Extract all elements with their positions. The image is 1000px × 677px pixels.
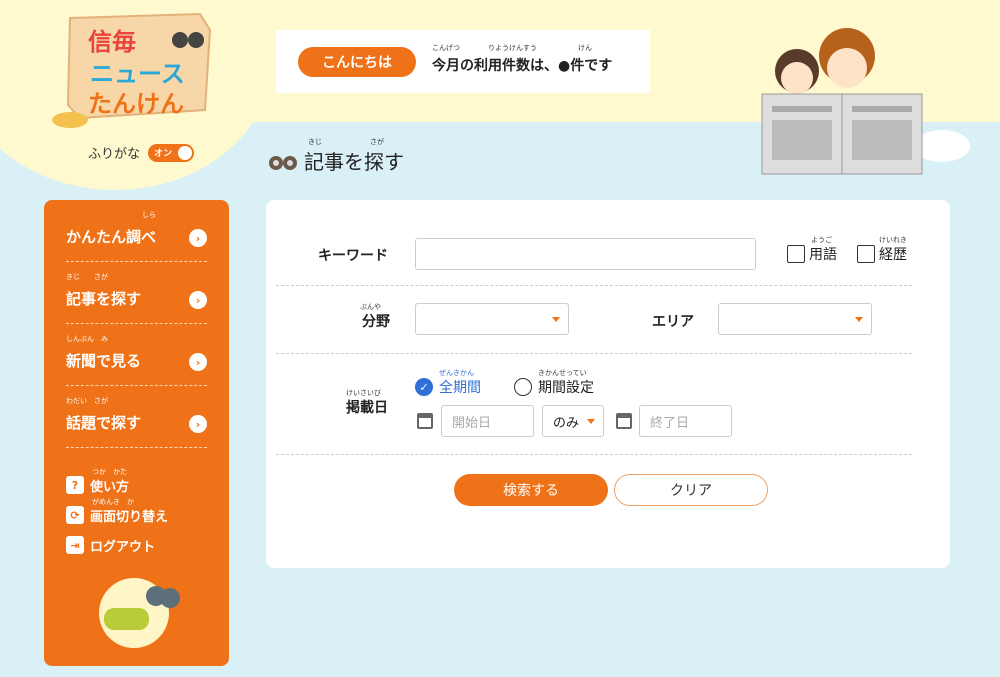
furigana-toggle-state: オン — [154, 149, 173, 159]
chevron-right-icon: › — [189, 353, 207, 371]
career-checkbox[interactable]: けいれき 経歴 — [857, 236, 907, 264]
usage-ruby-kongetsu: こんげつ — [432, 43, 460, 52]
furigana-toggle[interactable]: オン — [148, 143, 195, 162]
logout-icon: ⇥ — [66, 536, 84, 554]
sidebar-switch-label: 画面切り替え — [90, 509, 169, 525]
all-period-ruby: ぜんきかん — [439, 369, 474, 377]
check-icon: ✓ — [415, 378, 433, 396]
period-label-wrap: けいさいび 掲載日 — [346, 389, 388, 417]
end-date-input[interactable]: 終了日 — [639, 405, 732, 437]
logo-line2: ニュース — [90, 60, 185, 88]
title-ruby-sagasu: さが — [370, 138, 384, 146]
explorer-hat-icon — [52, 112, 88, 128]
usage-text: 今月の利用件数は、●件です — [432, 57, 613, 74]
furigana-label: ふりがな — [88, 147, 141, 162]
start-date-input[interactable]: 開始日 — [441, 405, 534, 437]
search-panel: キーワード ようご 用語 けいれき 経歴 ぶんや 分野 エリア けいさいび 掲載… — [266, 200, 950, 568]
all-period-label: 全期間 — [439, 380, 481, 396]
career-label: 経歴 — [879, 247, 907, 263]
period-ruby: けいさいび — [346, 389, 381, 397]
logo-line3: たんけん — [88, 90, 184, 118]
sidebar-logout[interactable]: ⇥ ログアウト — [66, 530, 207, 560]
chevron-down-icon — [587, 419, 595, 424]
terms-ruby: ようご — [811, 236, 832, 244]
area-label: エリア — [652, 314, 694, 330]
search-button[interactable]: 検索する — [454, 474, 608, 506]
sidebar: しら かんたん調べ › きじ さが 記事を探す › しんぶん み 新聞で見る ›… — [44, 200, 229, 666]
sidebar-item-label: 話題で探す — [66, 414, 142, 432]
sidebar-item-label: 新聞で見る — [66, 352, 142, 370]
set-period-ruby: きかんせってい — [538, 369, 587, 377]
field-label: 分野 — [362, 314, 390, 330]
sidebar-item-view-newspaper[interactable]: しんぶん み 新聞で見る › — [66, 324, 207, 386]
field-ruby: ぶんや — [360, 303, 381, 311]
keyword-input[interactable] — [415, 238, 756, 270]
title-ruby-kiji: きじ — [308, 138, 322, 146]
period-label: 掲載日 — [346, 400, 388, 416]
sidebar-logout-label: ログアウト — [90, 539, 156, 555]
range-mode-value: のみ — [553, 415, 580, 431]
kids-reading-newspaper-illustration — [761, 28, 970, 175]
calendar-icon[interactable] — [616, 413, 632, 429]
sidebar-item-topics[interactable]: わだい さが 話題で探す › — [66, 386, 207, 448]
sidebar-help-ruby: つか かた — [92, 468, 127, 476]
sidebar-help[interactable]: ? つか かた 使い方 — [66, 468, 207, 500]
usage-ruby-ken: けん — [578, 43, 592, 52]
terms-label: 用語 — [809, 247, 837, 263]
switch-screen-icon: ⟳ — [66, 506, 84, 524]
explorer-gear-illustration — [99, 578, 180, 648]
sidebar-item-label: 記事を探す — [66, 290, 142, 308]
terms-checkbox-text: ようご 用語 — [809, 236, 837, 264]
sidebar-item-easy-search[interactable]: しら かんたん調べ › — [66, 200, 207, 262]
terms-checkbox-box[interactable] — [787, 245, 805, 263]
sidebar-item-ruby: しんぶん み — [66, 335, 108, 343]
field-label-wrap: ぶんや 分野 — [360, 303, 390, 331]
page-title-text: 記事を探す — [304, 150, 404, 174]
chevron-down-icon — [855, 317, 863, 322]
usage-count-text: こんげつ りようけんすう けん 今月の利用件数は、●件です — [432, 44, 613, 75]
sidebar-help-label: 使い方 — [90, 479, 130, 495]
chevron-right-icon: › — [189, 229, 207, 247]
sidebar-switch-screen[interactable]: ⟳ がめんき か 画面切り替え — [66, 498, 207, 530]
page-title-text-wrap: きじ さが 記事を探す — [304, 138, 404, 175]
all-period-text: ぜんきかん 全期間 — [439, 369, 481, 397]
keyword-label: キーワード — [318, 248, 388, 264]
sidebar-item-ruby: しら — [142, 211, 156, 219]
range-mode-select[interactable]: のみ — [542, 405, 604, 437]
sidebar-switch-ruby: がめんき か — [92, 498, 134, 506]
career-ruby: けいれき — [879, 236, 907, 244]
page-title: きじ さが 記事を探す — [268, 138, 404, 175]
career-checkbox-text: けいれき 経歴 — [879, 236, 907, 264]
chevron-down-icon — [552, 317, 560, 322]
all-period-radio[interactable]: ✓ ぜんきかん 全期間 — [415, 369, 481, 397]
set-period-text: きかんせってい 期間設定 — [538, 369, 594, 397]
set-period-radio-circle — [514, 378, 532, 396]
greeting-box: こんにちは こんげつ りようけんすう けん 今月の利用件数は、●件です — [276, 30, 650, 93]
field-select[interactable] — [415, 303, 569, 335]
calendar-icon[interactable] — [417, 413, 433, 429]
chevron-right-icon: › — [189, 291, 207, 309]
help-icon: ? — [66, 476, 84, 494]
sidebar-item-find-articles[interactable]: きじ さが 記事を探す › — [66, 262, 207, 324]
clear-button[interactable]: クリア — [614, 474, 768, 506]
logo-line1: 信毎 — [88, 28, 136, 56]
binoculars-icon — [269, 155, 297, 170]
area-select[interactable] — [718, 303, 872, 335]
furigana-toggle-group: ふりがな オン — [88, 143, 195, 162]
career-checkbox-box[interactable] — [857, 245, 875, 263]
logo[interactable]: 信毎 ニュース たんけん — [50, 10, 220, 130]
set-period-radio[interactable]: きかんせってい 期間設定 — [514, 369, 594, 397]
greeting-button[interactable]: こんにちは — [298, 46, 416, 77]
set-period-label: 期間設定 — [538, 380, 594, 396]
usage-ruby-riyou: りようけんすう — [488, 43, 537, 52]
chevron-right-icon: › — [189, 415, 207, 433]
toggle-knob — [178, 145, 193, 160]
sidebar-item-label: かんたん調べ — [66, 228, 157, 246]
sidebar-item-ruby: きじ さが — [66, 273, 108, 281]
sidebar-item-ruby: わだい さが — [66, 397, 108, 405]
terms-checkbox[interactable]: ようご 用語 — [787, 236, 837, 264]
